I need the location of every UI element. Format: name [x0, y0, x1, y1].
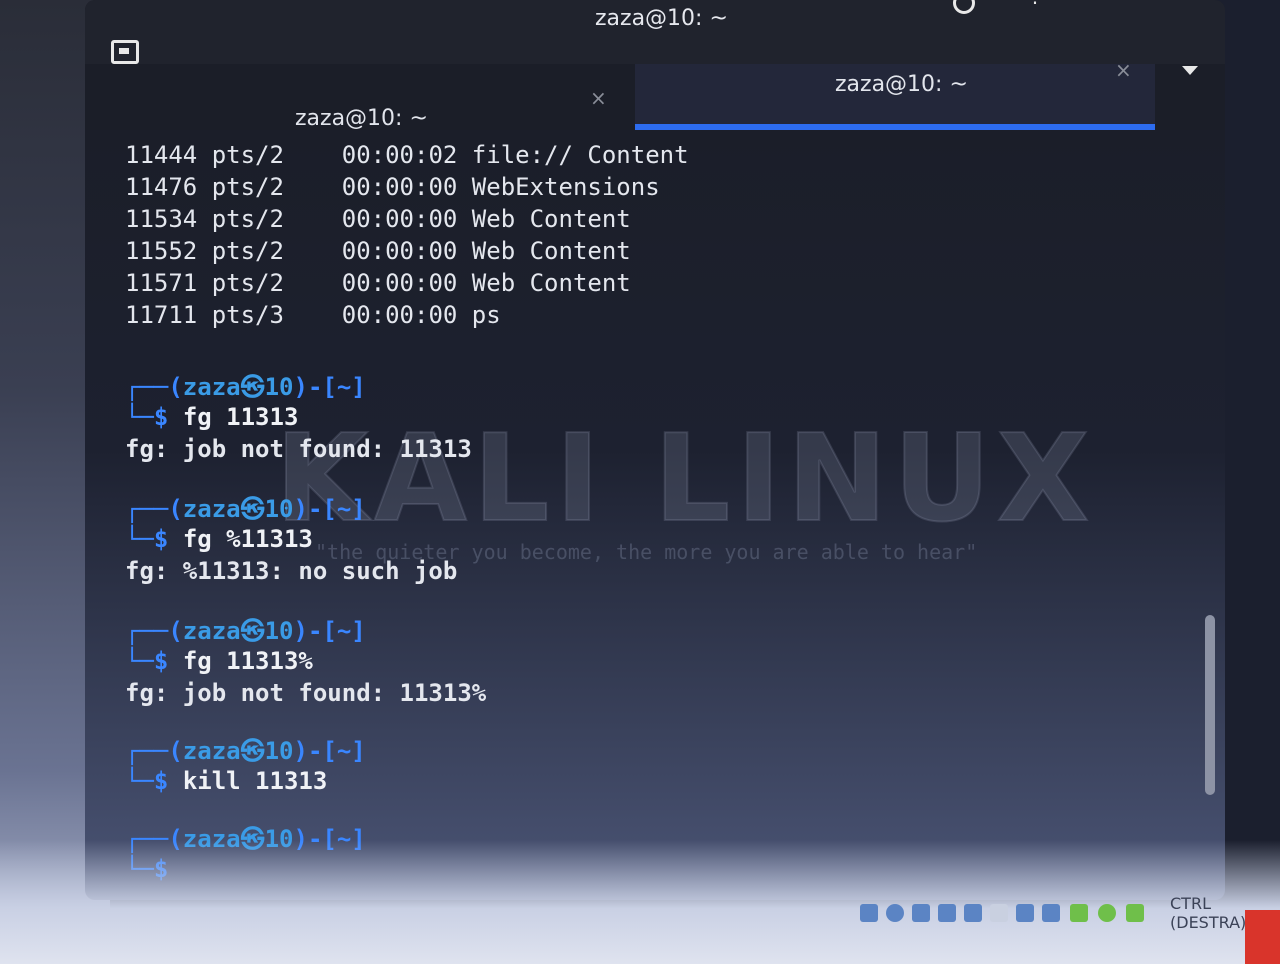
chevron-down-icon[interactable] [1182, 66, 1198, 75]
command-output: fg: job not found: 11313% [125, 679, 487, 707]
command-line: └─$ fg 11313% [125, 647, 313, 675]
audio-icon[interactable] [912, 904, 930, 922]
optical-drive-icon[interactable] [886, 904, 904, 922]
guest-additions-icon[interactable] [1098, 904, 1116, 922]
ps-row: 11534 pts/2 00:00:00 Web Content [125, 205, 631, 233]
kali-linux-watermark: KALI LINUX [274, 409, 1096, 550]
mouse-integration-icon[interactable] [1126, 904, 1144, 922]
red-object [1245, 910, 1280, 964]
tab-terminal-2[interactable]: zaza@10: ~ × [635, 58, 1155, 130]
storage-icon[interactable] [860, 904, 878, 922]
prompt-header: ┌──(zaza㉿10)-[~] [125, 737, 366, 765]
active-tab-indicator [635, 124, 1155, 130]
command-output: fg: %11313: no such job [125, 557, 458, 585]
menu-icon[interactable]: ⋮ [1025, 0, 1045, 16]
close-icon[interactable]: × [1115, 58, 1132, 82]
ps-row: 11571 pts/2 00:00:00 Web Content [125, 269, 631, 297]
command-line: └─$ fg %11313 [125, 525, 313, 553]
prompt-header: ┌──(zaza㉿10)-[~] [125, 617, 366, 645]
cpu-activity-icon[interactable] [1070, 904, 1088, 922]
network-icon[interactable] [938, 904, 956, 922]
ps-row: 11444 pts/2 00:00:02 file:// Content [125, 141, 689, 169]
titlebar: zaza@10: ~ ⋮ [85, 0, 1225, 64]
search-icon[interactable] [953, 0, 975, 14]
usb-icon[interactable] [964, 904, 982, 922]
command-output: fg: job not found: 11313 [125, 435, 472, 463]
recording-icon[interactable] [1042, 904, 1060, 922]
prompt-header: ┌──(zaza㉿10)-[~] [125, 373, 366, 401]
terminal-window: zaza@10: ~ ⋮ zaza@10: ~ × zaza@10: ~ × K… [85, 0, 1225, 900]
terminal-app-icon[interactable] [111, 40, 139, 64]
close-icon[interactable]: × [590, 86, 607, 110]
terminal-output[interactable]: KALI LINUX "the quieter you become, the … [125, 140, 1185, 900]
ps-row: 11711 pts/3 00:00:00 ps [125, 301, 501, 329]
tab-label: zaza@10: ~ [295, 106, 428, 131]
shared-folder-icon[interactable] [990, 904, 1008, 922]
tab-label: zaza@10: ~ [835, 72, 968, 97]
command-line: └─$ kill 11313 [125, 767, 328, 795]
window-title: zaza@10: ~ [595, 6, 728, 31]
ps-row: 11552 pts/2 00:00:00 Web Content [125, 237, 631, 265]
ps-row: 11476 pts/2 00:00:00 WebExtensions [125, 173, 660, 201]
tab-terminal-1[interactable]: zaza@10: ~ × [85, 64, 635, 131]
prompt-header: ┌──(zaza㉿10)-[~] [125, 495, 366, 523]
command-line: └─$ fg 11313 [125, 403, 299, 431]
tab-bar: zaza@10: ~ × zaza@10: ~ × [85, 58, 1225, 131]
scrollbar[interactable] [1205, 615, 1215, 795]
display-icon[interactable] [1016, 904, 1034, 922]
host-status-tray: CTRL (DESTRA) [850, 890, 1280, 932]
